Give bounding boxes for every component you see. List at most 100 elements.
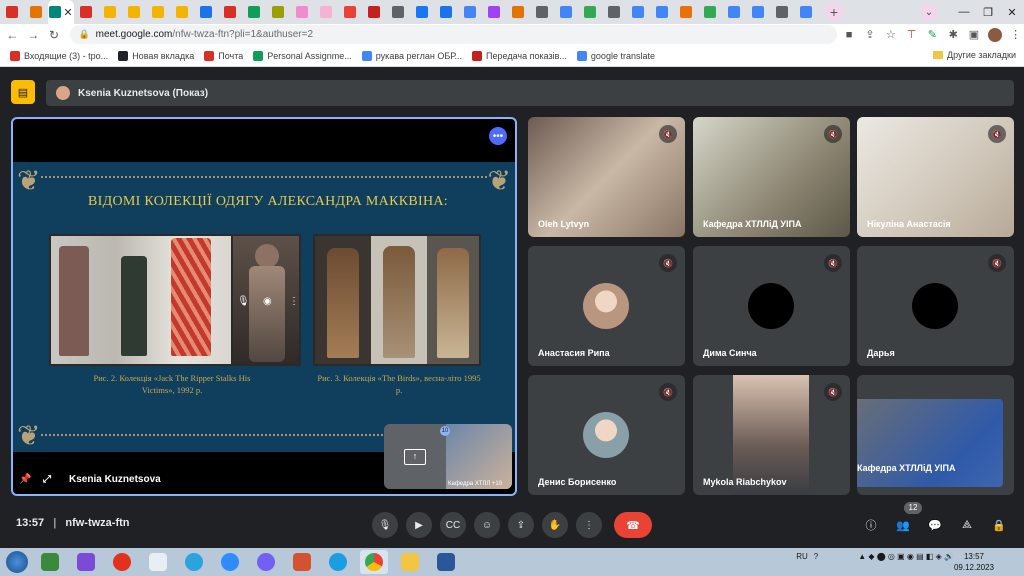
fullscreen-icon[interactable]: ⤢ [43, 474, 57, 485]
present-button[interactable]: ⇪ [508, 512, 534, 538]
taskbar-app-icon[interactable] [288, 550, 316, 574]
browser-tab[interactable] [578, 0, 602, 24]
browser-tab[interactable] [266, 0, 290, 24]
meeting-details-icon[interactable]: ⓘ [860, 514, 882, 536]
browser-tab[interactable] [506, 0, 530, 24]
start-button-icon[interactable] [6, 551, 28, 573]
browser-tab[interactable] [242, 0, 266, 24]
close-tab-icon[interactable]: ✕ [63, 6, 72, 19]
camera-in-use-icon[interactable]: ■ [841, 26, 858, 44]
participant-tile[interactable]: 🔇 Нікуліна Анастасія [857, 117, 1014, 237]
participant-tile[interactable]: 🔇 Денис Борисенко [528, 375, 685, 495]
zoom-icon[interactable] [216, 550, 244, 574]
browser-tab[interactable] [794, 0, 818, 24]
pin-icon[interactable]: 📌 [19, 474, 33, 485]
minimize-icon[interactable]: — [952, 6, 976, 18]
forward-icon[interactable]: → [25, 28, 42, 42]
browser-tab[interactable] [746, 0, 770, 24]
word-icon[interactable] [432, 550, 460, 574]
bookmark-item[interactable]: Входящие (3) - tpo... [10, 50, 108, 61]
browser-tab[interactable] [218, 0, 242, 24]
browser-tab[interactable] [650, 0, 674, 24]
browser-tab[interactable] [674, 0, 698, 24]
maximize-icon[interactable]: ❐ [976, 6, 1000, 19]
browser-tab[interactable] [98, 0, 122, 24]
participant-tile[interactable]: 🔇 Анастасия Рипа [528, 246, 685, 366]
browser-tab[interactable] [698, 0, 722, 24]
taskbar-app-icon[interactable] [36, 550, 64, 574]
bookmark-star-icon[interactable]: ☆ [882, 26, 899, 44]
taskbar-app-icon[interactable] [72, 550, 100, 574]
browser-tab[interactable] [194, 0, 218, 24]
system-clock[interactable]: 13:57 09.12.2023 [954, 551, 994, 573]
more-options-icon[interactable]: ••• [489, 127, 507, 145]
browser-tab[interactable] [434, 0, 458, 24]
help-icon[interactable]: ? [814, 552, 818, 561]
extension-icon[interactable]: ✎ [924, 26, 941, 44]
bookmark-item[interactable]: Передача показів... [472, 50, 567, 61]
file-explorer-icon[interactable] [396, 550, 424, 574]
address-bar[interactable]: 🔒 meet.google.com /nfw-twza-ftn?pli=1&au… [70, 25, 837, 44]
activities-icon[interactable]: ⟁ [956, 514, 978, 536]
browser-tab[interactable] [626, 0, 650, 24]
people-icon[interactable]: 👥 [892, 514, 914, 536]
extensions-puzzle-icon[interactable]: ✱ [945, 26, 962, 44]
camera-button[interactable]: ▶ [406, 512, 432, 538]
profile-avatar[interactable] [986, 26, 1003, 44]
language-indicator[interactable]: RU [796, 552, 808, 561]
chrome-icon[interactable] [360, 550, 388, 574]
viber-icon[interactable] [252, 550, 280, 574]
new-tab-icon[interactable]: + [824, 2, 844, 22]
participant-tile[interactable]: 🔇 Кафедра ХТЛЛіД УІПА [693, 117, 850, 237]
participant-tile[interactable]: 🔇 Дима Синча [693, 246, 850, 366]
bookmark-item[interactable]: Personal Assignme... [253, 50, 352, 61]
browser-tab[interactable] [554, 0, 578, 24]
participant-tile[interactable]: 🔇 Mykola Riabchykov [693, 375, 850, 495]
telegram-icon[interactable] [180, 550, 208, 574]
browser-tab[interactable] [122, 0, 146, 24]
extension-icon[interactable]: ⊤ [903, 26, 920, 44]
browser-tab[interactable]: ✕ [48, 0, 74, 24]
chat-icon[interactable]: 💬 [924, 514, 946, 536]
bookmark-item[interactable]: рукава реглан ОБР... [361, 50, 462, 61]
browser-tab[interactable] [602, 0, 626, 24]
browser-tab[interactable] [24, 0, 48, 24]
presentation-stage[interactable]: ❦ ❦ ❦ ❦ ВІДОМІ КОЛЕКЦІЇ ОДЯГУ АЛЕКСАНДРА… [11, 117, 517, 496]
browser-tab[interactable] [74, 0, 98, 24]
browser-tab[interactable] [146, 0, 170, 24]
browser-tab[interactable] [530, 0, 554, 24]
bookmark-item[interactable]: Новая вкладка [118, 50, 194, 61]
share-icon[interactable]: ⇪ [862, 26, 879, 44]
browser-tab[interactable] [0, 0, 24, 24]
more-options-button[interactable]: ⋮ [576, 512, 602, 538]
back-icon[interactable]: ← [4, 28, 21, 42]
captions-button[interactable]: CC [440, 512, 466, 538]
edge-icon[interactable] [324, 550, 352, 574]
reload-icon[interactable]: ↻ [46, 28, 63, 42]
browser-tab[interactable] [386, 0, 410, 24]
browser-tab[interactable] [290, 0, 314, 24]
tab-search-icon[interactable]: ⌄ [920, 3, 938, 21]
participant-tile[interactable]: 🔇 Oleh Lytvyn [528, 117, 685, 237]
browser-tab[interactable] [770, 0, 794, 24]
bookmark-item[interactable]: Почта [204, 50, 243, 61]
browser-tab[interactable] [170, 0, 194, 24]
browser-tab[interactable] [338, 0, 362, 24]
side-panel-icon[interactable]: ▣ [966, 26, 983, 44]
browser-tab[interactable] [314, 0, 338, 24]
browser-tab[interactable] [410, 0, 434, 24]
close-window-icon[interactable]: ✕ [1000, 6, 1024, 19]
browser-tab[interactable] [482, 0, 506, 24]
taskbar-app-icon[interactable] [144, 550, 172, 574]
browser-tab[interactable] [362, 0, 386, 24]
presenting-icon[interactable]: ▤ [11, 80, 35, 104]
participant-tile[interactable]: 🔇 Дарья [857, 246, 1014, 366]
raise-hand-button[interactable]: ✋ [542, 512, 568, 538]
reactions-button[interactable]: ☺ [474, 512, 500, 538]
browser-tab[interactable] [458, 0, 482, 24]
browser-tab[interactable] [722, 0, 746, 24]
menu-icon[interactable]: ⋮ [1007, 26, 1024, 44]
taskbar-app-icon[interactable] [108, 550, 136, 574]
tray-icons[interactable]: ▲ ◆ ⬤ ◎ ▣ ◉ ▤ ◧ ◈ 🔊 [858, 552, 954, 561]
microphone-button[interactable]: 🎙 [372, 512, 398, 538]
